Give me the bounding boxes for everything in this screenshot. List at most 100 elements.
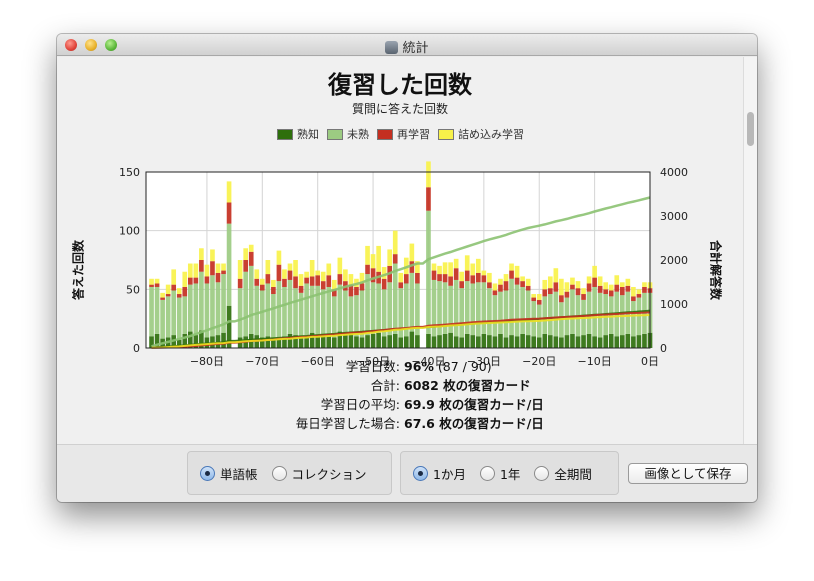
bar-segment [470,275,476,284]
bar-segment [520,333,525,348]
bar-segment [525,278,531,286]
bar-segment [487,282,492,289]
bar-segment [586,333,592,348]
bar-segment [437,335,442,348]
bar-segment [337,274,343,285]
bar-segment [525,285,531,291]
legend-item: 詰め込み学習 [438,126,524,142]
bar-segment [215,272,221,283]
bar-segment [592,286,597,337]
bar-segment [343,269,348,282]
bar-segment [592,277,597,287]
bar-segment [503,290,509,338]
radio-label: 1年 [499,466,521,482]
bar-segment [481,282,487,334]
bar-segment [160,297,165,300]
bar-segment [365,264,370,275]
bar-segment [498,284,503,292]
scrollbar-thumb[interactable] [747,112,754,146]
bar-segment [470,263,476,276]
bar-segment [570,333,575,348]
bar-segment [481,270,487,276]
title-bar[interactable]: 統計 [57,34,757,56]
y-tick-label: 50 [126,283,140,296]
stat-value-bold: 96% [404,359,434,374]
bar-segment [514,336,520,348]
bar-segment [282,278,287,287]
legend-swatch [377,128,393,140]
radio-indicator[interactable] [413,465,428,481]
bar-segment [603,282,609,290]
bar-segment [149,286,154,337]
bar-segment [415,272,420,284]
period-radio-2[interactable]: 全期間 [534,464,592,483]
bar-segment [481,275,487,283]
bar-segment [409,331,415,348]
stat-label: 学習日の平均: [320,397,400,412]
bar-segment [503,281,509,291]
bar-segment [282,269,287,279]
stat-value: 69.9 枚の復習カード/日 [404,396,544,414]
legend-item: 未熟 [327,126,369,142]
radio-indicator[interactable] [534,465,550,481]
bar-segment [221,263,226,271]
bar-segment [453,279,459,337]
bar-segment [475,336,481,348]
bar-segment [581,294,586,300]
bar-segment [509,270,514,279]
y-tick-label: 0 [133,342,140,355]
legend-swatch [327,128,343,140]
bar-segment [442,262,448,275]
bar-segment [210,261,215,276]
y2-tick-label: 1000 [660,298,688,311]
radio-label: コレクション [291,466,367,482]
radio-indicator[interactable] [271,465,287,481]
bar-segment [343,335,348,348]
bar-segment [642,333,647,348]
radio-indicator[interactable] [479,465,495,481]
legend-swatch [277,128,293,140]
bar-segment [464,333,470,348]
bar-segment [287,263,293,271]
scope-radio-group: 単語帳 コレクション [187,451,392,495]
bar-segment [448,276,453,286]
bar-segment [426,161,431,188]
bar-segment [559,337,564,348]
bar-segment [165,296,171,338]
stat-row: 毎日学習した場合: 67.6 枚の復習カード/日 [57,415,743,433]
y2-tick-label: 4000 [660,166,688,179]
bar-segment [204,276,210,284]
bar-segment [243,260,249,272]
stat-value-rest: (87 / 90) [433,359,492,374]
bar-segment [226,223,232,306]
bar-segment [498,291,503,334]
bar-segment [426,187,431,211]
bar-segment [520,281,525,287]
bar-segment [553,268,559,283]
period-radio-1[interactable]: 1年 [479,464,521,483]
radio-indicator[interactable] [200,465,215,481]
bar-segment [625,278,631,286]
bar-segment [531,336,537,348]
period-radio-0[interactable]: 1か月 [413,464,466,483]
bar-segment [464,255,470,271]
bar-segment [503,337,509,348]
scope-radio-1[interactable]: コレクション [271,464,367,483]
bar-segment [187,284,193,332]
bar-segment [376,332,381,348]
bar-segment [431,263,437,271]
bar-segment [320,289,326,334]
bar-segment [215,263,221,273]
bar-segment [492,290,498,296]
scope-radio-0[interactable]: 単語帳 [200,464,258,483]
y2-tick-label: 2000 [660,254,688,267]
bar-segment [559,278,564,296]
save-image-button[interactable]: 画像として保存 [628,463,748,484]
bar-segment [542,296,548,334]
bar-segment [187,277,193,285]
bar-segment [642,286,647,293]
bar-segment [614,336,620,348]
bar-segment [309,285,315,333]
bar-segment [154,278,160,284]
vertical-scrollbar[interactable] [743,57,757,444]
